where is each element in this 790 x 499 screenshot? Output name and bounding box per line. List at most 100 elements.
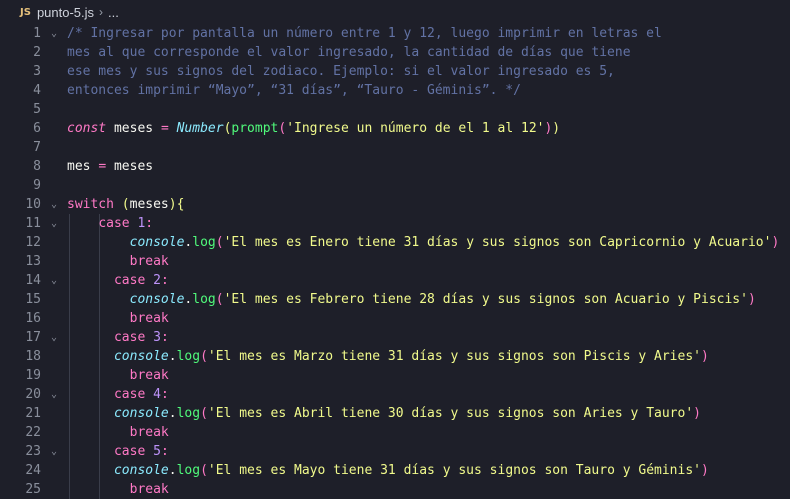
code-line[interactable]: 13 break <box>0 252 790 271</box>
code-token: case <box>113 387 146 402</box>
code-text: /* Ingresar por pantalla un número entre… <box>67 24 662 43</box>
fold-chevron-icon[interactable]: ⌄ <box>48 442 60 461</box>
code-line[interactable]: 23 ⌄ case 5: <box>0 442 790 461</box>
code-line[interactable]: 17 ⌄ case 3: <box>0 328 790 347</box>
code-text: switch (meses){ <box>67 195 184 214</box>
line-number: 8 <box>33 159 41 174</box>
code-token: case <box>113 273 146 288</box>
breadcrumb-filename[interactable]: punto-5.js <box>37 5 94 20</box>
code-line[interactable]: 18 console.log('El mes es Marzo tiene 31… <box>0 347 790 366</box>
code-token: break <box>129 482 169 497</box>
code-line[interactable]: 22 break <box>0 423 790 442</box>
code-token: case <box>113 444 146 459</box>
code-token: log <box>192 292 216 307</box>
code-token: ( <box>121 197 130 212</box>
code-editor[interactable]: 1 ⌄ /* Ingresar por pantalla un número ent… <box>0 24 790 499</box>
code-line[interactable]: 12 console.log('El mes es Enero tiene 31… <box>0 233 790 252</box>
code-token: mes al que corresponde el valor ingresad… <box>67 45 631 60</box>
code-token: ) <box>747 292 756 307</box>
code-token: meses <box>129 197 169 212</box>
code-line[interactable]: 2 mes al que corresponde el valor ingresa… <box>0 43 790 62</box>
line-number: 12 <box>25 235 41 250</box>
line-number: 21 <box>25 406 41 421</box>
code-token: 'El mes es Abril tiene 30 días y sus sig… <box>207 406 694 421</box>
code-token: ) <box>693 406 701 421</box>
code-token: switch <box>67 197 114 212</box>
code-token: : <box>160 273 169 288</box>
breadcrumb-symbols[interactable]: ... <box>108 5 119 20</box>
code-token: console <box>129 292 185 307</box>
code-token: log <box>176 463 201 478</box>
code-token: ) <box>771 235 780 250</box>
code-token: ( <box>215 235 224 250</box>
fold-chevron-icon[interactable]: ⌄ <box>48 328 60 347</box>
code-line[interactable]: 20 ⌄ case 4: <box>0 385 790 404</box>
code-token: ( <box>200 406 208 421</box>
line-number: 17 <box>25 330 41 345</box>
code-token: . <box>168 406 177 421</box>
line-number: 16 <box>25 311 41 326</box>
code-token: ) <box>552 121 561 136</box>
code-line[interactable]: 9 <box>0 176 790 195</box>
code-line[interactable]: 14 ⌄ case 2: <box>0 271 790 290</box>
code-token: 5 <box>153 444 161 459</box>
line-number: 22 <box>25 425 41 440</box>
code-token: . <box>168 349 177 364</box>
line-number: 20 <box>25 387 41 402</box>
fold-chevron-icon[interactable]: ⌄ <box>48 385 60 404</box>
fold-chevron-icon[interactable]: ⌄ <box>48 214 60 233</box>
code-line[interactable]: 4 entonces imprimir “Mayo”, “31 días”, “T… <box>0 81 790 100</box>
code-token: ( <box>200 463 208 478</box>
code-line[interactable]: 24 console.log('El mes es Mayo tiene 31 … <box>0 461 790 480</box>
code-line[interactable]: 16 break <box>0 309 790 328</box>
code-text: break <box>67 480 169 499</box>
code-line[interactable]: 25 break <box>0 480 790 499</box>
code-token: console <box>113 463 169 478</box>
code-line[interactable]: 21 console.log('El mes es Abril tiene 30… <box>0 404 790 423</box>
code-text: console.log('El mes es Abril tiene 30 dí… <box>67 404 701 423</box>
code-line[interactable]: 11 ⌄ case 1: <box>0 214 790 233</box>
line-number: 7 <box>33 140 41 155</box>
code-line[interactable]: 15 console.log('El mes es Febrero tiene … <box>0 290 790 309</box>
code-text: case 5: <box>67 442 169 461</box>
fold-chevron-icon[interactable]: ⌄ <box>48 195 60 214</box>
fold-chevron-icon[interactable]: ⌄ <box>48 271 60 290</box>
code-token: 'El mes es Marzo tiene 31 días y sus sig… <box>207 349 701 364</box>
code-line[interactable]: 6 const meses = Number(prompt('Ingrese un… <box>0 119 790 138</box>
code-line[interactable]: 8 mes = meses <box>0 157 790 176</box>
code-token: ese mes y sus signos del zodiaco. Ejempl… <box>67 64 615 79</box>
code-text: break <box>67 252 169 271</box>
line-number: 4 <box>33 83 41 98</box>
line-number: 13 <box>25 254 41 269</box>
code-token: ( <box>215 292 224 307</box>
code-line[interactable]: 19 break <box>0 366 790 385</box>
code-line[interactable]: 3 ese mes y sus signos del zodiaco. Ejemp… <box>0 62 790 81</box>
fold-chevron-icon[interactable]: ⌄ <box>48 24 60 43</box>
code-text: ese mes y sus signos del zodiaco. Ejempl… <box>67 62 615 81</box>
code-token: /* Ingresar por pantalla un número entre… <box>67 26 662 41</box>
code-line[interactable]: 10 ⌄ switch (meses){ <box>0 195 790 214</box>
code-line[interactable]: 1 ⌄ /* Ingresar por pantalla un número ent… <box>0 24 790 43</box>
code-token: break <box>129 368 169 383</box>
code-token: 3 <box>153 330 161 345</box>
code-text: mes = meses <box>67 157 153 176</box>
code-text: console.log('El mes es Mayo tiene 31 día… <box>67 461 709 480</box>
code-token: console <box>113 406 169 421</box>
line-number: 9 <box>33 178 41 193</box>
code-token: ) <box>701 463 709 478</box>
code-line[interactable]: 5 <box>0 100 790 119</box>
code-text: break <box>67 366 169 385</box>
code-token: Number <box>176 121 224 136</box>
code-line[interactable]: 7 <box>0 138 790 157</box>
code-token: ( <box>278 121 287 136</box>
javascript-file-icon: JS <box>20 6 31 18</box>
line-number: 15 <box>25 292 41 307</box>
code-text: const meses = Number(prompt('Ingrese un … <box>67 119 560 138</box>
